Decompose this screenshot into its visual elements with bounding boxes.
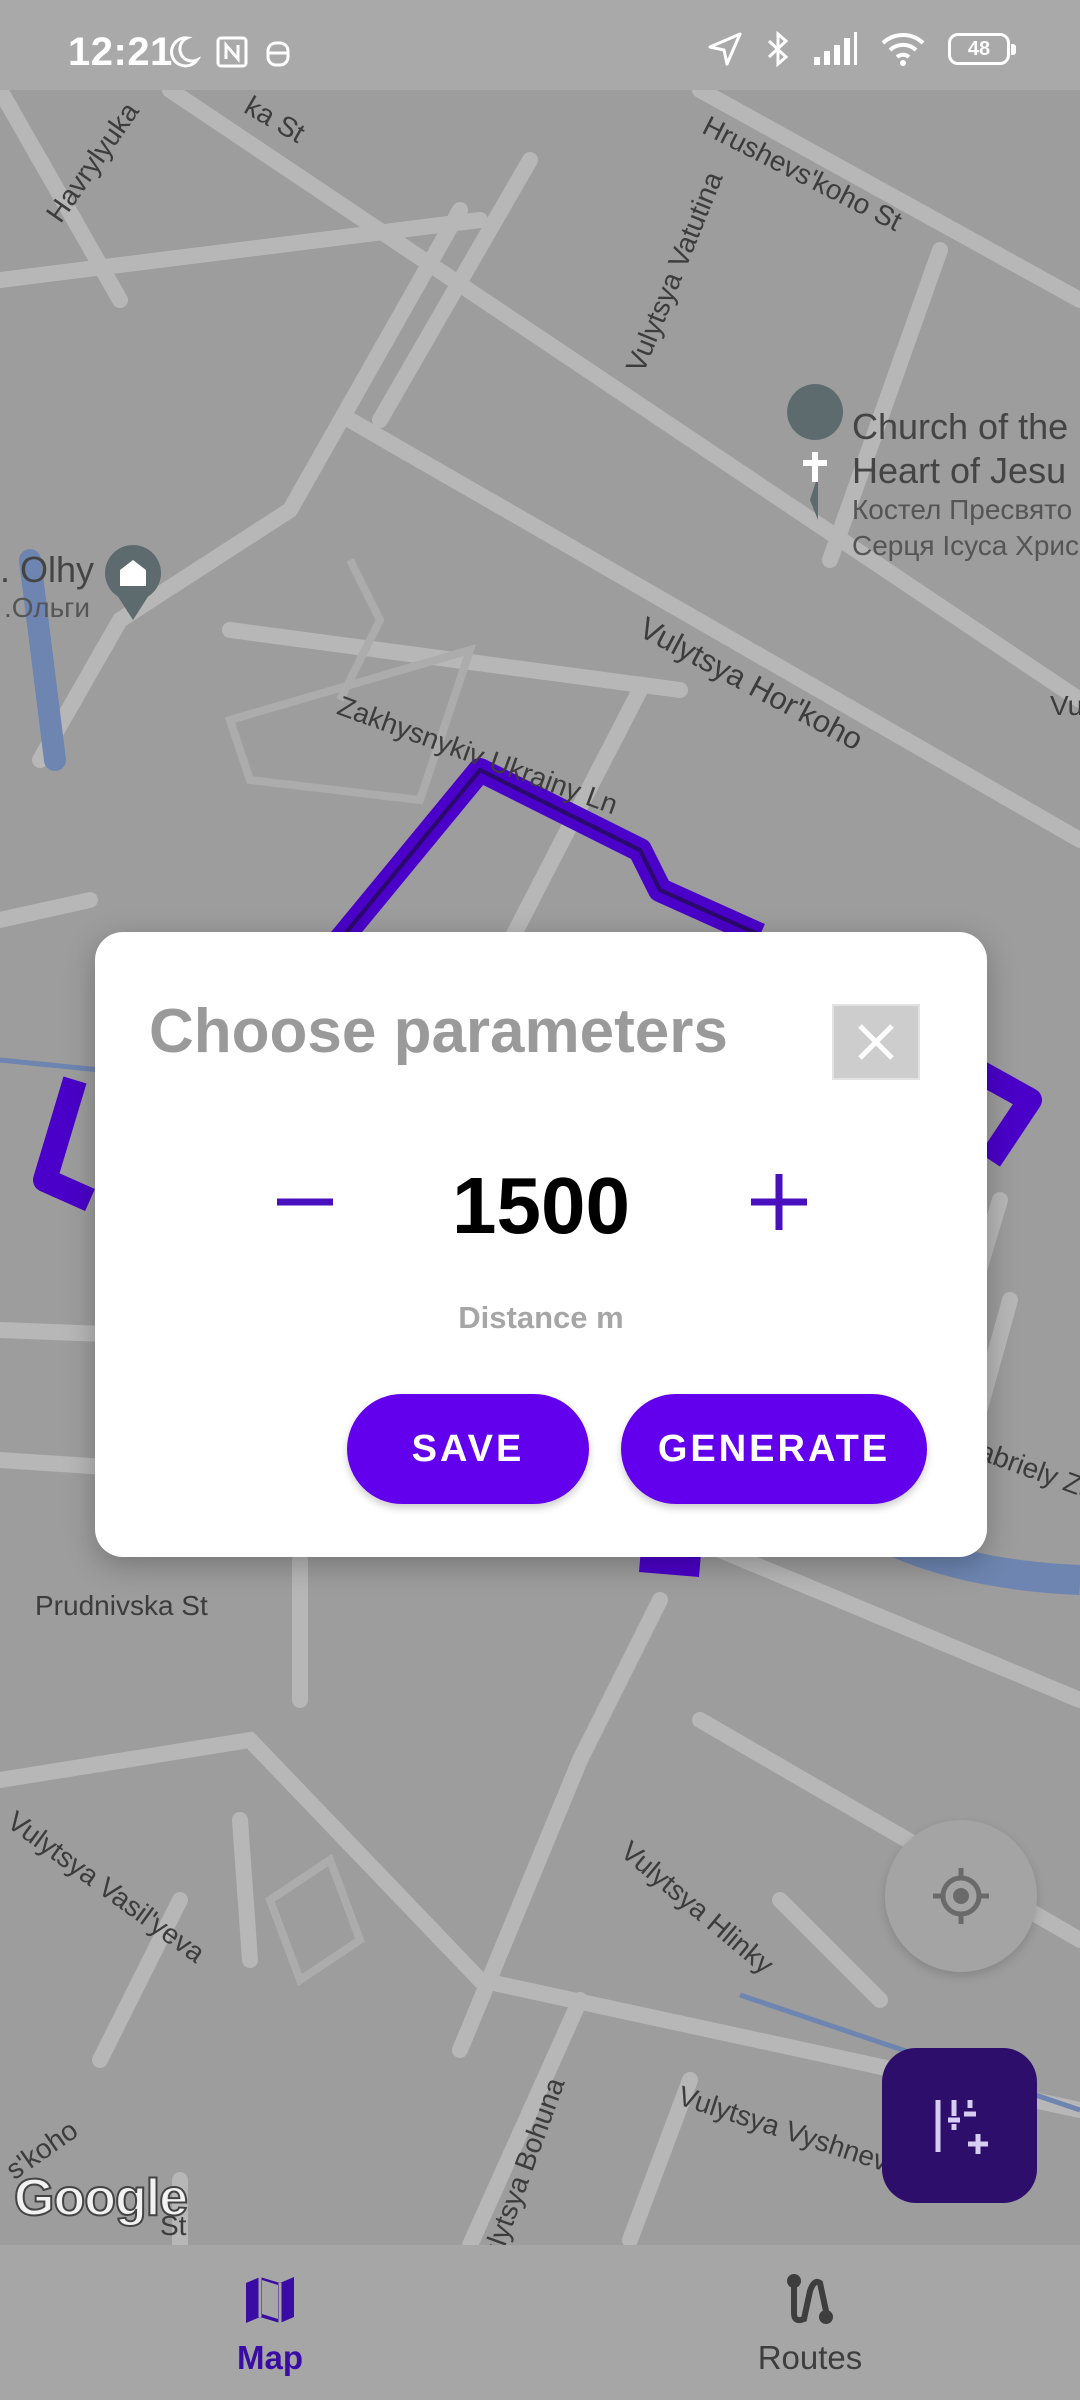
- street-label: Prudnivska St: [35, 1590, 208, 1621]
- map-icon: [246, 2276, 294, 2323]
- church-local-name: Костел Пресвято Серця Ісуса Хрис: [852, 492, 1079, 564]
- church-local-line2: Серця Ісуса Хрис: [852, 530, 1080, 561]
- distance-value: 1500: [452, 1161, 630, 1250]
- olhy-local-name: .Ольги: [4, 592, 91, 623]
- nav-item-map[interactable]: Map: [0, 2245, 540, 2400]
- church-name-line1: Church of the: [852, 406, 1069, 447]
- parameters-dialog: Choose parameters 1500 Distance m SAVE G…: [95, 932, 987, 1557]
- church-local-line1: Костел Пресвято: [852, 494, 1073, 525]
- moon-icon: [170, 36, 201, 68]
- robot-icon: [266, 41, 290, 67]
- route-icon: [787, 2273, 833, 2324]
- sliders-add-icon: [935, 2099, 988, 2154]
- status-left-icons: [165, 34, 293, 70]
- nfc-icon: [216, 36, 248, 68]
- dialog-title: Choose parameters: [149, 997, 728, 1066]
- nav-label-routes: Routes: [757, 2338, 863, 2376]
- distance-caption: Distance m: [458, 1300, 624, 1335]
- battery-level: 48: [967, 37, 991, 60]
- bluetooth-icon: [767, 30, 789, 68]
- status-bar: 12:21 48: [0, 0, 1080, 90]
- location-arrow-icon: [708, 32, 742, 66]
- battery-icon: 48: [948, 33, 1016, 65]
- signal-icon: [814, 32, 857, 65]
- crosshair-icon: [933, 1868, 989, 1924]
- generate-button[interactable]: GENERATE: [621, 1394, 927, 1504]
- bottom-navigation: Map Routes: [0, 2245, 1080, 2400]
- increase-distance-button[interactable]: [729, 1152, 829, 1252]
- plus-icon: [751, 1174, 807, 1230]
- save-button[interactable]: SAVE: [347, 1394, 589, 1504]
- google-attribution: Google: [13, 2168, 189, 2228]
- wifi-icon: [881, 33, 925, 66]
- church-name-line2: Heart of Jesu: [852, 450, 1067, 491]
- street-label: Vu: [1050, 690, 1080, 721]
- status-time: 12:21: [68, 30, 173, 74]
- close-button[interactable]: [832, 1004, 920, 1080]
- close-icon: [858, 1024, 894, 1060]
- my-location-button[interactable]: [885, 1820, 1037, 1972]
- status-right-icons: 48: [706, 30, 1016, 68]
- route-parameters-button[interactable]: [882, 2048, 1037, 2203]
- olhy-name: . Olhy: [0, 549, 95, 590]
- church-name: Church of the Heart of Jesu: [852, 405, 1068, 493]
- nav-item-routes[interactable]: Routes: [540, 2245, 1080, 2400]
- nav-label-map: Map: [237, 2338, 303, 2376]
